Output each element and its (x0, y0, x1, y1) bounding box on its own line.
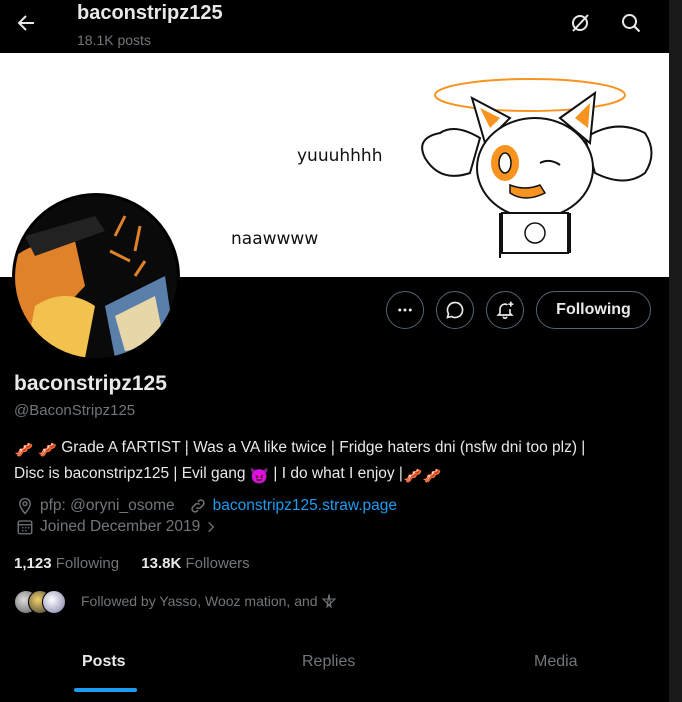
banner-text-naawwww: naawwww (231, 229, 319, 249)
tab-media[interactable]: Media (534, 653, 578, 671)
link-icon (191, 499, 205, 513)
bio-line-2a: Disc is baconstripz125 | Evil gang (14, 465, 246, 482)
pentagram-icon (322, 594, 337, 609)
grok-icon[interactable] (568, 11, 592, 35)
header-post-count: 18.1K posts (77, 32, 151, 48)
followers-stat[interactable]: 13.8K Followers (141, 555, 249, 572)
location-pin-icon (19, 497, 31, 515)
chat-bubble-icon (446, 301, 464, 319)
search-icon[interactable] (619, 11, 643, 35)
joined-text: Joined December 2019 (40, 518, 201, 535)
smiling-devil-emoji-icon: 😈 (249, 468, 270, 485)
follow-stats: 1,123 Following 13.8K Followers (14, 555, 250, 572)
banner-text-yuuuhhhh: yuuuhhhh (297, 146, 383, 166)
scrollbar[interactable] (669, 0, 682, 702)
following-button[interactable]: Following (536, 291, 651, 329)
bio-line-2b: | I do what I enjoy | (273, 465, 403, 482)
bacon-emoji-icon: 🥓 (14, 442, 34, 459)
more-options-button[interactable] (386, 291, 424, 329)
bio-line-1: Grade A fARTIST | Was a VA like twice | … (61, 439, 586, 456)
tab-replies[interactable]: Replies (302, 653, 355, 671)
ellipsis-icon (398, 308, 412, 312)
bacon-emoji-icon: 🥓 (37, 442, 57, 459)
joined-date[interactable]: Joined December 2019 (16, 518, 224, 536)
chevron-right-icon (208, 521, 215, 533)
banner-drawing (421, 78, 653, 258)
following-stat[interactable]: 1,123 Following (14, 555, 119, 572)
back-arrow-icon[interactable] (14, 11, 38, 35)
avatar[interactable] (12, 193, 180, 361)
tab-posts[interactable]: Posts (82, 653, 126, 671)
header-title: baconstripz125 (77, 2, 223, 24)
bio: 🥓 🥓 Grade A fARTIST | Was a VA like twic… (14, 436, 654, 488)
bell-plus-icon (496, 301, 514, 320)
bacon-emoji-icon: 🥓 (422, 468, 442, 485)
user-handle: @BaconStripz125 (14, 402, 136, 419)
active-tab-indicator (74, 688, 137, 692)
calendar-icon (17, 520, 33, 535)
display-name: baconstripz125 (14, 372, 167, 395)
bacon-emoji-icon: 🥓 (402, 468, 423, 485)
notifications-button[interactable] (486, 291, 524, 329)
website-link[interactable]: baconstripz125.straw.page (213, 497, 397, 515)
profile-meta-row: pfp: @oryni_osome baconstripz125.straw.p… (16, 497, 397, 515)
follower-avatar-3[interactable] (42, 590, 66, 614)
message-button[interactable] (436, 291, 474, 329)
pfp-credit: pfp: @oryni_osome (40, 497, 175, 514)
profile-header: baconstripz125 18.1K posts (0, 0, 669, 53)
followed-by-text[interactable]: Followed by Yasso, Wooz mation, and (81, 593, 337, 609)
